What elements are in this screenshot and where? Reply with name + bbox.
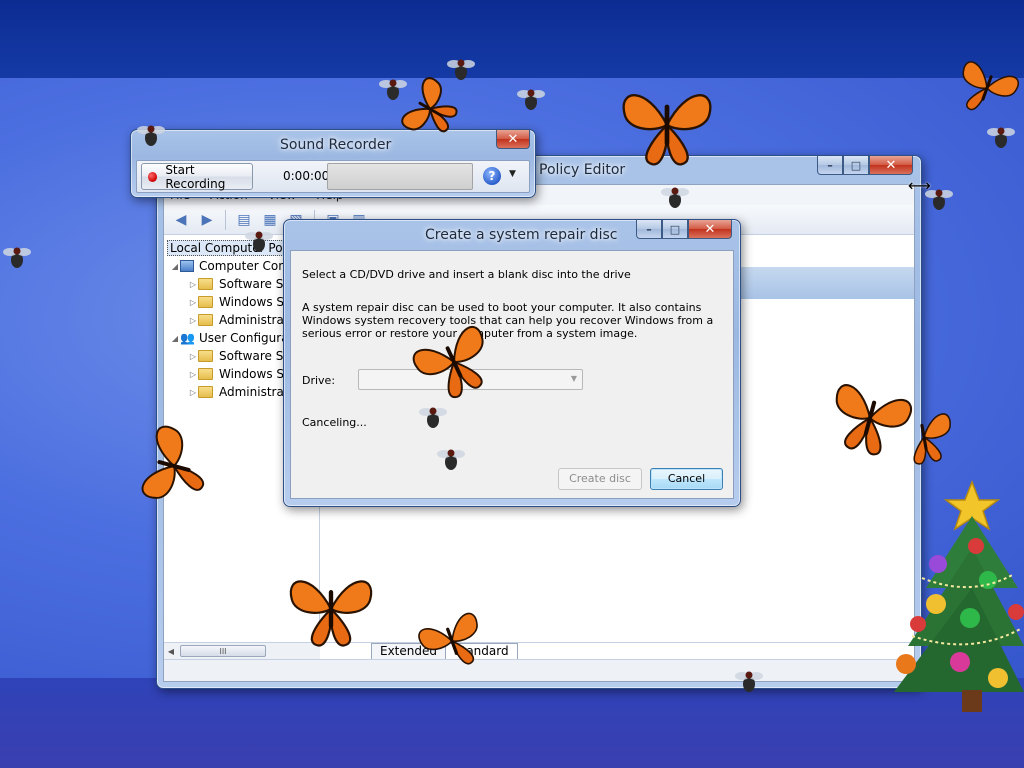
status-text: Canceling... (302, 416, 367, 429)
window-caption-buttons: – □ ✕ (636, 220, 732, 239)
window-title: Sound Recorder (280, 137, 392, 153)
expand-arrow-icon[interactable]: ▷ (188, 280, 198, 289)
christmas-tree-icon (894, 479, 1024, 712)
forward-arrow-icon[interactable]: ▶ (196, 209, 218, 231)
view-tabs: Extended Standard (321, 642, 914, 659)
fly-icon (517, 89, 545, 110)
maximize-button[interactable]: □ (843, 156, 869, 175)
toolbar-separator (225, 209, 226, 230)
minimize-button[interactable]: – (636, 220, 662, 239)
window-caption-buttons: ✕ (496, 130, 530, 149)
butterfly-icon (622, 94, 712, 166)
butterfly-icon (412, 326, 484, 398)
folder-icon (198, 350, 213, 362)
user-icon: 👥 (180, 330, 195, 345)
back-arrow-icon[interactable]: ◀ (170, 209, 192, 231)
drive-label: Drive: (302, 374, 336, 387)
scroll-left-icon[interactable]: ◀ (164, 647, 178, 656)
fly-icon (379, 79, 407, 100)
dialog-description: Windows system recovery tools that can h… (302, 314, 714, 327)
butterfly-icon (418, 612, 478, 665)
status-bar (164, 659, 914, 681)
repair-disc-dialog: Create a system repair disc – □ ✕ Select… (283, 219, 741, 507)
dialog-title: Create a system repair disc (425, 227, 618, 243)
expand-arrow-icon[interactable]: ▷ (188, 370, 198, 379)
help-icon[interactable]: ? (483, 167, 501, 185)
elapsed-time: 0:00:00 (283, 169, 330, 183)
sound-recorder-window: Sound Recorder ✕ Start Recording 0:00:00… (130, 129, 536, 198)
dialog-content: Select a CD/DVD drive and insert a blank… (290, 250, 734, 499)
dialog-description: A system repair disc can be used to boot… (302, 301, 702, 314)
butterfly-icon (289, 580, 373, 647)
folder-icon (198, 278, 213, 290)
fly-icon (437, 449, 465, 470)
close-button[interactable]: ✕ (869, 156, 913, 175)
folder-icon (198, 368, 213, 380)
chevron-down-icon[interactable]: ▼ (509, 169, 516, 179)
start-recording-button[interactable]: Start Recording (141, 163, 253, 191)
fly-icon (419, 407, 447, 428)
folder-icon (198, 296, 213, 308)
butterfly-icon (962, 61, 1020, 111)
fly-icon (925, 189, 953, 210)
create-disc-button[interactable]: Create disc (558, 468, 642, 490)
close-button[interactable]: ✕ (688, 220, 732, 239)
computer-icon (180, 260, 194, 272)
dialog-heading: Select a CD/DVD drive and insert a blank… (302, 268, 631, 281)
scroll-thumb[interactable]: III (180, 645, 266, 657)
butterfly-icon (141, 425, 205, 499)
fly-icon (245, 231, 273, 252)
collapse-arrow-icon[interactable]: ◢ (170, 334, 180, 343)
desktop-background-top (0, 0, 1024, 78)
recorder-panel: Start Recording 0:00:00 ? ▼ (136, 160, 530, 193)
folder-icon (198, 314, 213, 326)
fly-icon (447, 59, 475, 80)
chevron-down-icon: ▼ (570, 374, 577, 383)
collapse-arrow-icon[interactable]: ◢ (170, 262, 180, 271)
record-dot-icon (148, 171, 158, 182)
window-caption-buttons: – □ ✕ (817, 156, 913, 175)
fly-icon (137, 125, 165, 146)
maximize-button[interactable]: □ (662, 220, 688, 239)
expand-arrow-icon[interactable]: ▷ (188, 388, 198, 397)
close-button[interactable]: ✕ (496, 130, 530, 149)
fly-icon (735, 671, 763, 692)
level-meter (327, 163, 473, 190)
desktop-background-bottom (0, 678, 1024, 768)
fly-icon (661, 187, 689, 208)
fly-icon (3, 247, 31, 268)
cancel-button[interactable]: Cancel (650, 468, 723, 490)
folder-icon (198, 386, 213, 398)
expand-arrow-icon[interactable]: ▷ (188, 352, 198, 361)
expand-arrow-icon[interactable]: ▷ (188, 316, 198, 325)
minimize-button[interactable]: – (817, 156, 843, 175)
expand-arrow-icon[interactable]: ▷ (188, 298, 198, 307)
fly-icon (987, 127, 1015, 148)
